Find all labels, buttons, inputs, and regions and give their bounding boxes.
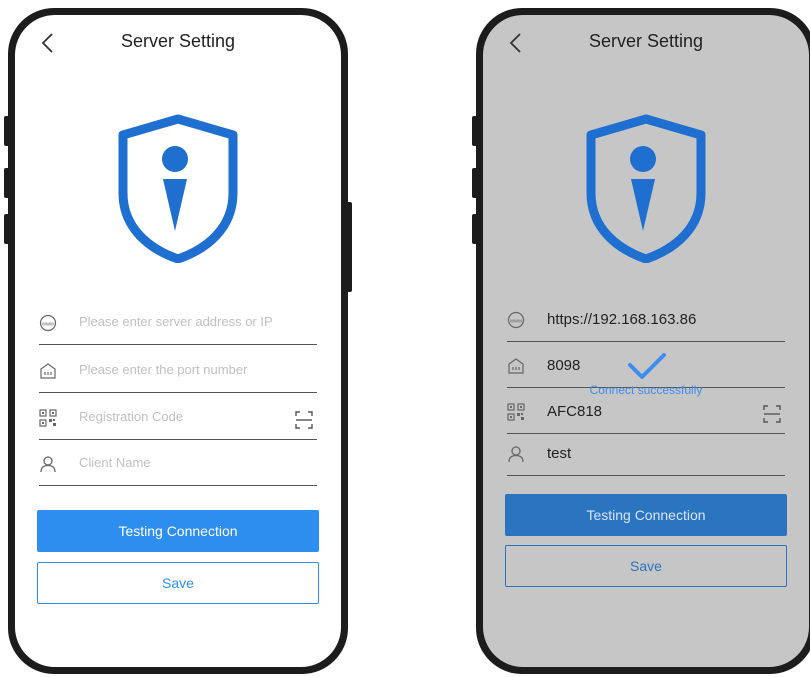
side-button xyxy=(472,214,478,244)
user-icon xyxy=(507,445,525,463)
server-address-value: https://192.168.163.86 xyxy=(547,311,697,328)
server-address-field xyxy=(39,302,317,345)
testing-connection-button[interactable]: Testing Connection xyxy=(37,510,319,552)
screen-left: Server Setting Testing Connection Save xyxy=(15,15,341,667)
shield-logo-icon xyxy=(115,113,241,263)
port-value: 8098 xyxy=(547,357,581,374)
side-button xyxy=(4,214,10,244)
testing-connection-button[interactable]: Testing Connection xyxy=(505,494,787,536)
save-button[interactable]: Save xyxy=(505,545,787,587)
client-name-value: test xyxy=(547,445,572,462)
port-input[interactable] xyxy=(79,362,279,377)
save-button[interactable]: Save xyxy=(37,562,319,604)
phone-left: Server Setting Testing Connection Save xyxy=(4,8,352,674)
server-address-icon xyxy=(507,311,525,329)
client-name-field[interactable]: test xyxy=(507,433,785,476)
registration-code-field xyxy=(39,397,317,440)
registration-code-field[interactable]: AFC818 xyxy=(507,391,785,434)
side-button xyxy=(4,168,10,198)
header: Server Setting xyxy=(483,15,809,71)
port-icon xyxy=(507,357,525,375)
client-name-input[interactable] xyxy=(79,455,279,470)
screen-right: Server Setting https://192.168.163.86 80… xyxy=(483,15,809,667)
phone-right: Server Setting https://192.168.163.86 80… xyxy=(472,8,810,674)
port-field xyxy=(39,350,317,393)
side-button xyxy=(472,116,478,146)
server-address-input[interactable] xyxy=(79,314,279,329)
port-icon xyxy=(39,362,57,380)
qr-code-icon xyxy=(39,409,57,427)
port-field[interactable]: 8098 xyxy=(507,345,785,388)
server-address-icon xyxy=(39,314,57,332)
registration-code-input[interactable] xyxy=(79,409,279,424)
user-icon xyxy=(39,455,57,473)
page-title: Server Setting xyxy=(120,31,236,51)
server-address-field[interactable]: https://192.168.163.86 xyxy=(507,299,785,342)
page-title: Server Setting xyxy=(588,31,704,51)
scan-icon[interactable] xyxy=(295,411,313,429)
client-name-field xyxy=(39,443,317,486)
side-button xyxy=(4,116,10,146)
qr-code-icon xyxy=(507,403,525,421)
side-button xyxy=(472,168,478,198)
shield-logo-icon xyxy=(583,113,709,263)
registration-code-value: AFC818 xyxy=(547,403,603,420)
header: Server Setting xyxy=(15,15,341,71)
scan-icon[interactable] xyxy=(763,405,781,423)
power-button xyxy=(346,202,352,292)
